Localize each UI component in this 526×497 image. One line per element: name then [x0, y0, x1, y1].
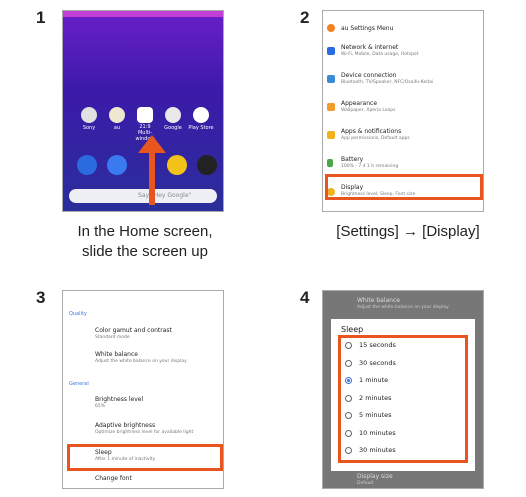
white-balance-title[interactable]: White balance: [95, 351, 138, 358]
color-gamut-title[interactable]: Color gamut and contrast: [95, 327, 172, 334]
appearance-icon: [327, 103, 335, 111]
play-store-app-icon[interactable]: [193, 107, 209, 123]
display-highlight: [325, 174, 483, 200]
settings-item-network[interactable]: Network & internet Wi-Fi, Mobile, Data u…: [323, 41, 483, 63]
settings-item-battery[interactable]: Battery 100% - 7 d 1 h remaining: [323, 153, 483, 175]
sony-app-icon[interactable]: [81, 107, 97, 123]
wifi-icon: [327, 47, 335, 55]
device-connection-icon: [327, 75, 335, 83]
bg-white-balance-title: White balance: [357, 297, 400, 304]
app-label-google: Google: [164, 125, 182, 131]
step1-caption-line1: In the Home screen,: [77, 223, 213, 240]
settings-item-sub: 100% - 7 d 1 h remaining: [341, 164, 399, 169]
section-quality: Quality: [69, 311, 87, 317]
adaptive-brightness-title[interactable]: Adaptive brightness: [95, 422, 155, 429]
settings-item-apps[interactable]: Apps & notifications App permissions, De…: [323, 125, 483, 147]
settings-item-title: Network & internet: [341, 44, 399, 51]
step-number-3: 3: [36, 288, 46, 307]
bg-white-balance-sub: Adjust the white balance on your display: [357, 305, 449, 310]
search-hint: Say "Hey Google": [138, 192, 192, 199]
google-app-icon[interactable]: [165, 107, 181, 123]
step-number-2: 2: [300, 8, 310, 27]
sleep-highlight: [67, 444, 223, 471]
color-gamut-sub: Standard mode: [95, 335, 130, 340]
chrome-icon[interactable]: [167, 155, 187, 175]
multi-window-app-icon[interactable]: [137, 107, 153, 123]
settings-item-title: Device connection: [341, 72, 397, 79]
options-highlight: [338, 335, 468, 463]
settings-item-au[interactable]: au Settings Menu: [323, 19, 483, 37]
settings-item-sub: Bluetooth, TV/Speaker, NFC/Osaifu-Keitai: [341, 80, 434, 85]
settings-item-sub: Wi-Fi, Mobile, Data usage, Hotspot: [341, 52, 419, 57]
battery-icon: [327, 159, 333, 167]
section-general: General: [69, 381, 89, 387]
step-number-4: 4: [300, 288, 310, 307]
phone-icon[interactable]: [77, 155, 97, 175]
home-screen-phone: Sony au 21:9 Multi-window Google Play St…: [62, 10, 224, 212]
settings-item-sub: App permissions, Default apps: [341, 136, 410, 141]
change-font-title[interactable]: Change font: [95, 475, 132, 482]
settings-item-device[interactable]: Device connection Bluetooth, TV/Speaker,…: [323, 69, 483, 91]
adaptive-brightness-sub: Optimize brightness level for available …: [95, 430, 194, 435]
au-app-icon[interactable]: [109, 107, 125, 123]
app-label-au: au: [113, 125, 121, 131]
messages-icon[interactable]: [107, 155, 127, 175]
au-icon: [327, 24, 335, 32]
display-size-sub: Default: [357, 481, 374, 486]
status-bar: [63, 11, 223, 17]
apps-icon: [327, 131, 335, 139]
app-label-sony: Sony: [82, 125, 96, 131]
brightness-sub: 65%: [95, 404, 106, 409]
white-balance-sub: Adjust the white balance on your display: [95, 359, 187, 364]
brightness-title[interactable]: Brightness level: [95, 396, 143, 403]
step2-caption: [Settings] → [Display]: [336, 223, 480, 240]
step-number-1: 1: [36, 8, 46, 27]
settings-item-sub: Wallpaper, Xperia Loops: [341, 108, 396, 113]
step1-caption-line2: slide the screen up: [82, 243, 208, 260]
app-label-play-store: Play Store: [188, 125, 214, 131]
settings-item-title: Appearance: [341, 100, 378, 107]
settings-item-title: Battery: [341, 156, 364, 163]
dialog-title: Sleep: [341, 325, 364, 334]
swipe-up-arrow-icon: [138, 135, 166, 153]
settings-item-title: au Settings Menu: [341, 25, 394, 32]
camera-icon[interactable]: [197, 155, 217, 175]
settings-item-title: Apps & notifications: [341, 128, 402, 135]
display-size-title: Display size: [357, 473, 393, 480]
swipe-up-arrow-shaft: [149, 151, 155, 205]
step1-caption: In the Home screen, slide the screen up: [40, 222, 250, 262]
settings-item-appearance[interactable]: Appearance Wallpaper, Xperia Loops: [323, 97, 483, 119]
